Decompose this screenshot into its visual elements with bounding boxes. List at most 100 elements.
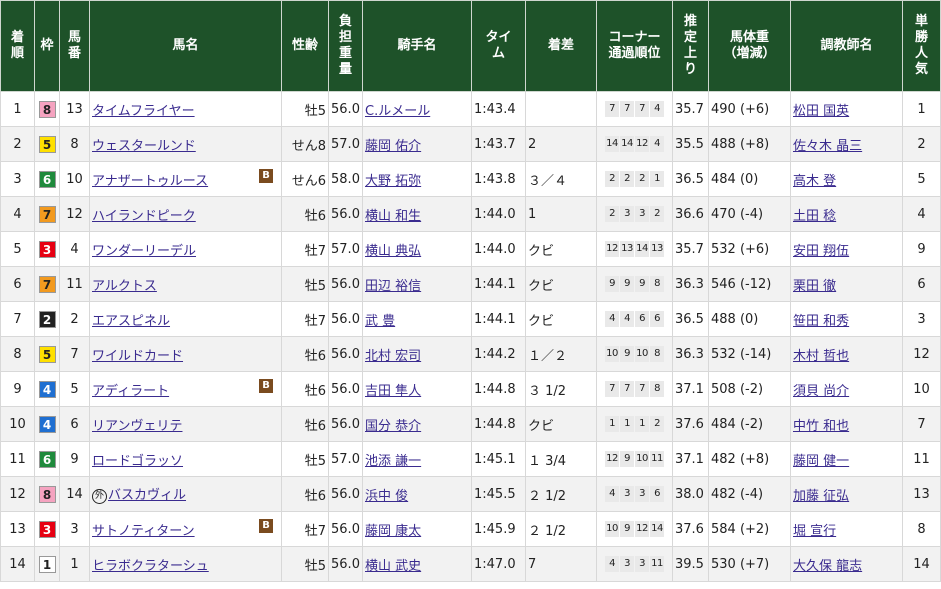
horse-name-link[interactable]: タイムフライヤー [92, 104, 195, 119]
sex-age: 牡5 [281, 441, 329, 477]
trainer-link[interactable]: 大久保 龍志 [793, 559, 862, 574]
trainer-link[interactable]: 中竹 和也 [793, 419, 849, 434]
horse-name-link[interactable]: サトノティターン [92, 524, 195, 539]
carried-weight: 57.0 [328, 231, 363, 267]
corner-position: 14 [605, 136, 619, 152]
jockey-cell: 武 豊 [362, 301, 472, 337]
trainer-link[interactable]: 加藤 征弘 [793, 489, 849, 504]
header-popularity: 単勝人気 [902, 0, 941, 92]
trainer-link[interactable]: 須貝 尚介 [793, 384, 849, 399]
body-weight: 546 (-12) [708, 266, 791, 302]
corner-positions: 12 13 14 13 [596, 231, 673, 267]
popularity: 6 [902, 266, 941, 302]
foreign-mark-icon: 外 [92, 489, 107, 504]
trainer-link[interactable]: 佐々木 晶三 [793, 139, 862, 154]
jockey-link[interactable]: 横山 武史 [365, 559, 421, 574]
body-weight: 470 (-4) [708, 196, 791, 232]
carried-weight: 56.0 [328, 336, 363, 372]
horse-name-link[interactable]: ロードゴラッソ [92, 454, 183, 469]
waku-cell: 6 [34, 161, 60, 197]
umaban: 8 [59, 126, 90, 162]
corner-position: 6 [650, 311, 664, 327]
body-weight: 484 (-2) [708, 406, 791, 442]
umaban: 7 [59, 336, 90, 372]
horse-name-link[interactable]: ワイルドカード [92, 349, 183, 364]
trainer-link[interactable]: 木村 哲也 [793, 349, 849, 364]
carried-weight: 57.0 [328, 441, 363, 477]
trainer-cell: 堀 宣行 [790, 511, 903, 547]
corner-position: 8 [650, 276, 664, 292]
jockey-link[interactable]: 浜中 俊 [365, 489, 408, 504]
jockey-cell: 大野 拓弥 [362, 161, 472, 197]
horse-name-link[interactable]: アルクトス [92, 279, 157, 294]
margin: クビ [525, 231, 597, 267]
horse-name-cell: ワンダーリーデル [89, 231, 282, 267]
horse-name-link[interactable]: ウェスタールンド [92, 139, 196, 154]
last-3f: 37.6 [672, 406, 709, 442]
horse-name-link[interactable]: ハイランドピーク [92, 209, 196, 224]
carried-weight: 58.0 [328, 161, 363, 197]
blinker-icon: B [259, 169, 273, 183]
horse-name-cell: サトノティターン B [89, 511, 282, 547]
jockey-link[interactable]: 藤岡 佑介 [365, 139, 421, 154]
finish-time: 1:44.8 [471, 406, 526, 442]
jockey-link[interactable]: 田辺 裕信 [365, 279, 421, 294]
horse-name-link[interactable]: ヒラボクラターシュ [92, 559, 209, 574]
umaban: 10 [59, 161, 90, 197]
jockey-link[interactable]: 大野 拓弥 [365, 174, 421, 189]
last-3f: 35.7 [672, 231, 709, 267]
carried-weight: 56.0 [328, 546, 363, 582]
horse-name-cell: ウェスタールンド [89, 126, 282, 162]
jockey-link[interactable]: 横山 典弘 [365, 244, 421, 259]
jockey-link[interactable]: 池添 謙一 [365, 454, 421, 469]
jockey-link[interactable]: 横山 和生 [365, 209, 421, 224]
horse-name-link[interactable]: アディラート [92, 384, 169, 399]
umaban: 5 [59, 371, 90, 407]
trainer-link[interactable]: 安田 翔伍 [793, 244, 849, 259]
trainer-link[interactable]: 高木 登 [793, 174, 836, 189]
waku-badge: 8 [38, 100, 56, 118]
trainer-cell: 松田 国英 [790, 91, 903, 127]
trainer-link[interactable]: 栗田 徹 [793, 279, 836, 294]
jockey-link[interactable]: 国分 恭介 [365, 419, 421, 434]
trainer-link[interactable]: 笹田 和秀 [793, 314, 849, 329]
header-corner: コーナー 通過順位 [596, 0, 673, 92]
horse-name-link[interactable]: ワンダーリーデル [92, 244, 196, 259]
horse-name-link[interactable]: リアンヴェリテ [92, 419, 182, 434]
waku-cell: 4 [34, 371, 60, 407]
waku-badge: 6 [38, 170, 56, 188]
corner-positions: 1112 [596, 406, 673, 442]
umaban: 9 [59, 441, 90, 477]
last-3f: 36.3 [672, 266, 709, 302]
corner-position: 1 [650, 171, 664, 187]
corner-position: 2 [650, 206, 664, 222]
last-3f: 37.6 [672, 511, 709, 547]
horse-name-link[interactable]: バスカヴィル [108, 488, 186, 503]
trainer-link[interactable]: 藤岡 健一 [793, 454, 849, 469]
jockey-link[interactable]: 北村 宏司 [365, 349, 421, 364]
jockey-link[interactable]: C.ルメール [365, 104, 430, 119]
horse-name-link[interactable]: アナザートゥルース [92, 174, 208, 189]
trainer-cell: 安田 翔伍 [790, 231, 903, 267]
corner-position: 9 [620, 521, 634, 537]
umaban: 4 [59, 231, 90, 267]
jockey-cell: 国分 恭介 [362, 406, 472, 442]
corner-position: 6 [635, 311, 649, 327]
jockey-link[interactable]: 武 豊 [365, 314, 395, 329]
trainer-link[interactable]: 堀 宣行 [793, 524, 836, 539]
popularity: 7 [902, 406, 941, 442]
place: 4 [0, 196, 35, 232]
trainer-cell: 土田 稔 [790, 196, 903, 232]
last-3f: 36.6 [672, 196, 709, 232]
jockey-link[interactable]: 吉田 隼人 [365, 384, 421, 399]
jockey-link[interactable]: 藤岡 康太 [365, 524, 421, 539]
trainer-link[interactable]: 松田 国英 [793, 104, 849, 119]
trainer-link[interactable]: 土田 稔 [793, 209, 836, 224]
place: 2 [0, 126, 35, 162]
place: 14 [0, 546, 35, 582]
corner-position: 13 [650, 241, 664, 257]
corner-positions: 4466 [596, 301, 673, 337]
horse-name-link[interactable]: エアスピネル [92, 314, 170, 329]
trainer-cell: 加藤 征弘 [790, 476, 903, 512]
corner-position: 11 [650, 451, 664, 467]
